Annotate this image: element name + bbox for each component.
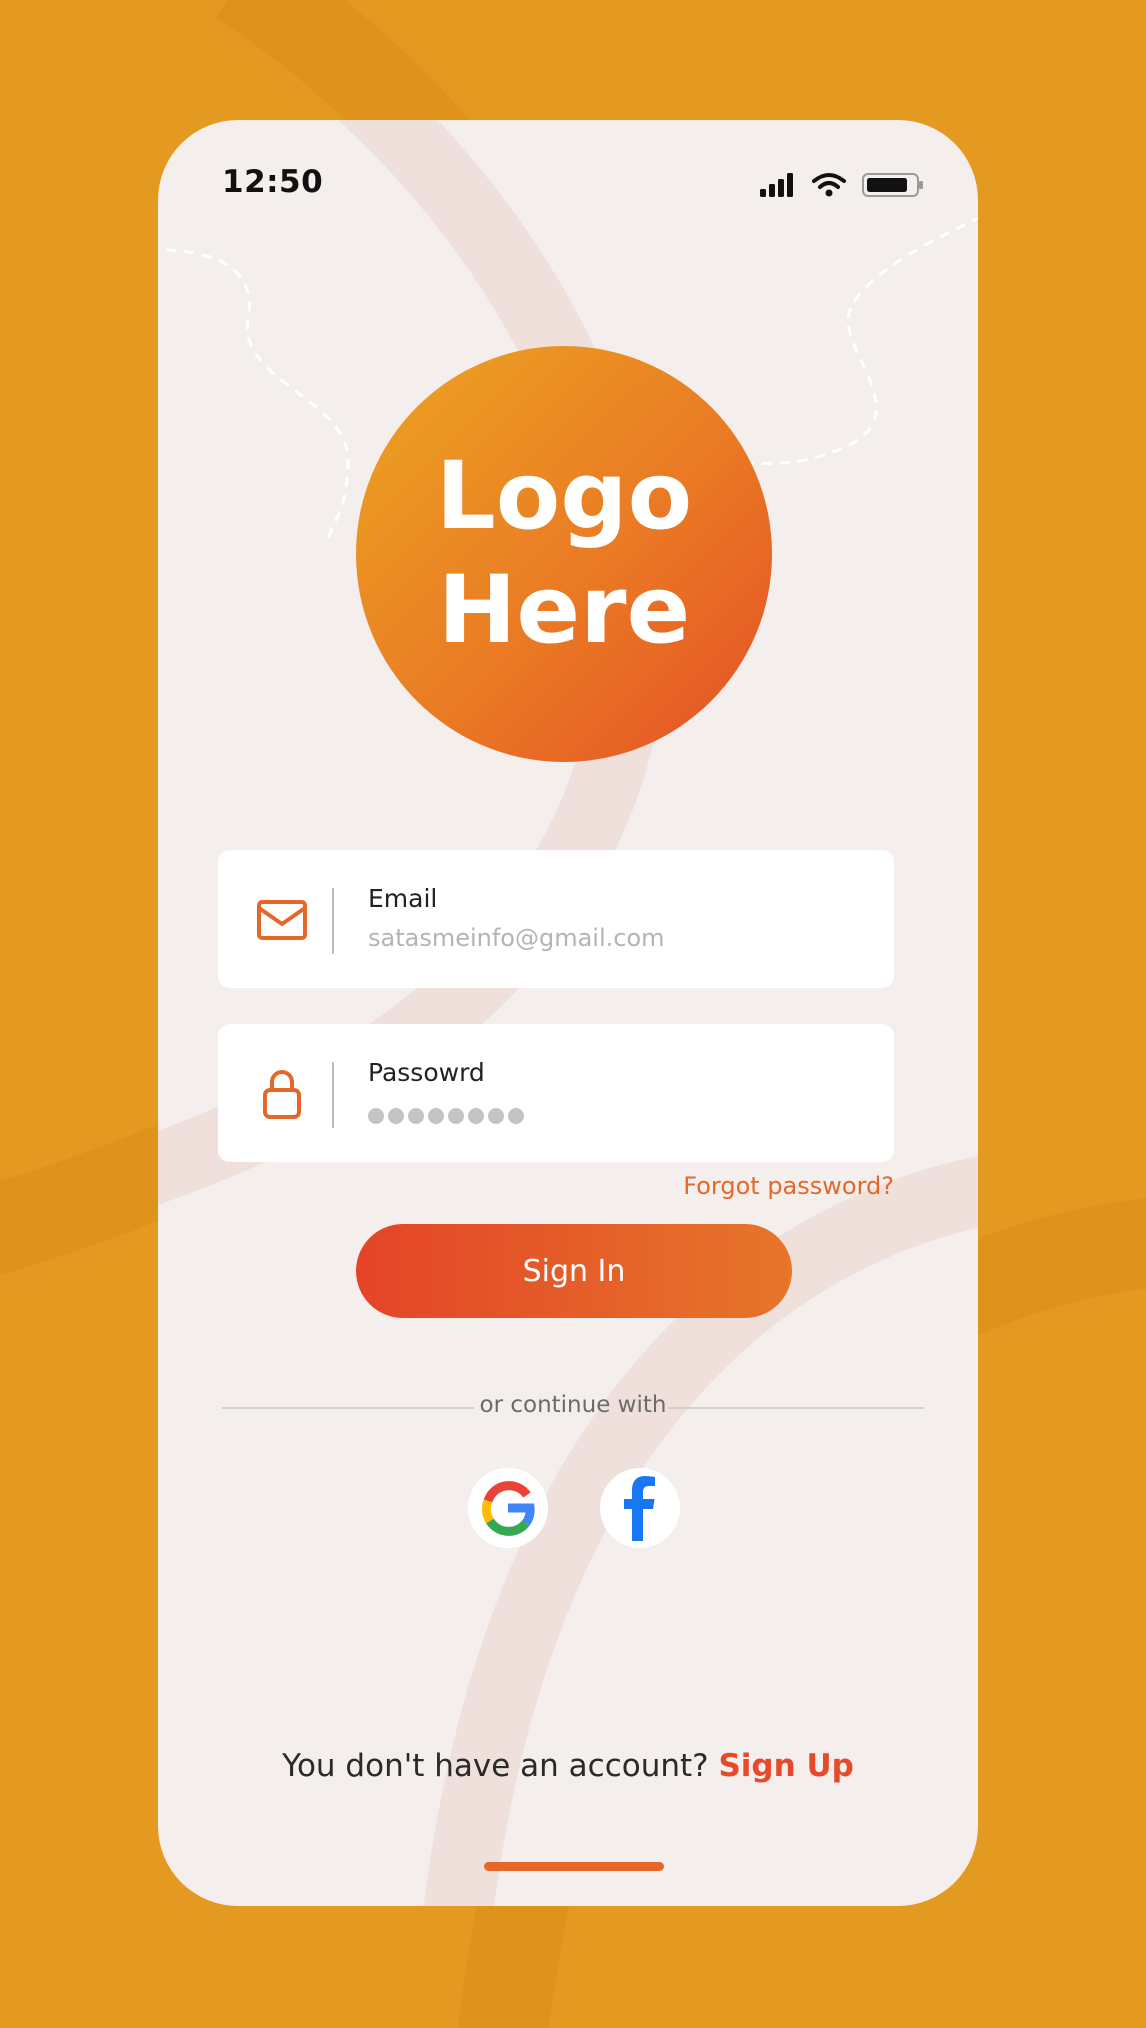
password-dot bbox=[368, 1108, 384, 1124]
logo-text-line1: Logo bbox=[435, 442, 693, 551]
or-continue-text: or continue with bbox=[479, 1392, 667, 1418]
email-label: Email bbox=[368, 884, 438, 913]
email-value[interactable]: satasmeinfo@gmail.com bbox=[368, 924, 665, 952]
google-icon bbox=[482, 1481, 535, 1536]
field-divider bbox=[332, 1062, 334, 1128]
or-divider: or continue with bbox=[222, 1392, 924, 1422]
facebook-icon bbox=[624, 1476, 655, 1541]
wifi-icon bbox=[812, 173, 846, 197]
home-indicator[interactable] bbox=[484, 1862, 664, 1871]
field-divider bbox=[332, 888, 334, 954]
password-field[interactable]: Passowrd bbox=[218, 1024, 894, 1162]
mail-icon bbox=[256, 894, 308, 946]
password-dot bbox=[408, 1108, 424, 1124]
logo: Logo Here bbox=[356, 346, 772, 762]
password-dot bbox=[488, 1108, 504, 1124]
password-dot bbox=[428, 1108, 444, 1124]
password-dot bbox=[468, 1108, 484, 1124]
forgot-password-link[interactable]: Forgot password? bbox=[683, 1172, 894, 1200]
password-dot bbox=[448, 1108, 464, 1124]
password-label: Passowrd bbox=[368, 1058, 485, 1087]
password-dot bbox=[508, 1108, 524, 1124]
phone-screen: 12:50 Logo Here Email satasmeinfo@gmail.… bbox=[158, 120, 978, 1906]
lock-icon bbox=[256, 1068, 308, 1120]
signup-prompt: You don't have an account? Sign Up bbox=[158, 1748, 978, 1784]
google-button[interactable] bbox=[468, 1468, 548, 1548]
logo-text-line2: Here bbox=[437, 556, 691, 665]
status-icons bbox=[760, 172, 924, 198]
signup-prompt-text: You don't have an account? bbox=[282, 1748, 709, 1784]
facebook-button[interactable] bbox=[600, 1468, 680, 1548]
sign-in-button[interactable]: Sign In bbox=[356, 1224, 792, 1318]
password-dots[interactable] bbox=[368, 1108, 524, 1124]
battery-icon bbox=[862, 173, 923, 197]
password-dot bbox=[388, 1108, 404, 1124]
email-field[interactable]: Email satasmeinfo@gmail.com bbox=[218, 850, 894, 988]
sign-up-link[interactable]: Sign Up bbox=[718, 1748, 853, 1784]
status-time: 12:50 bbox=[222, 164, 324, 200]
signal-icon bbox=[760, 173, 793, 197]
